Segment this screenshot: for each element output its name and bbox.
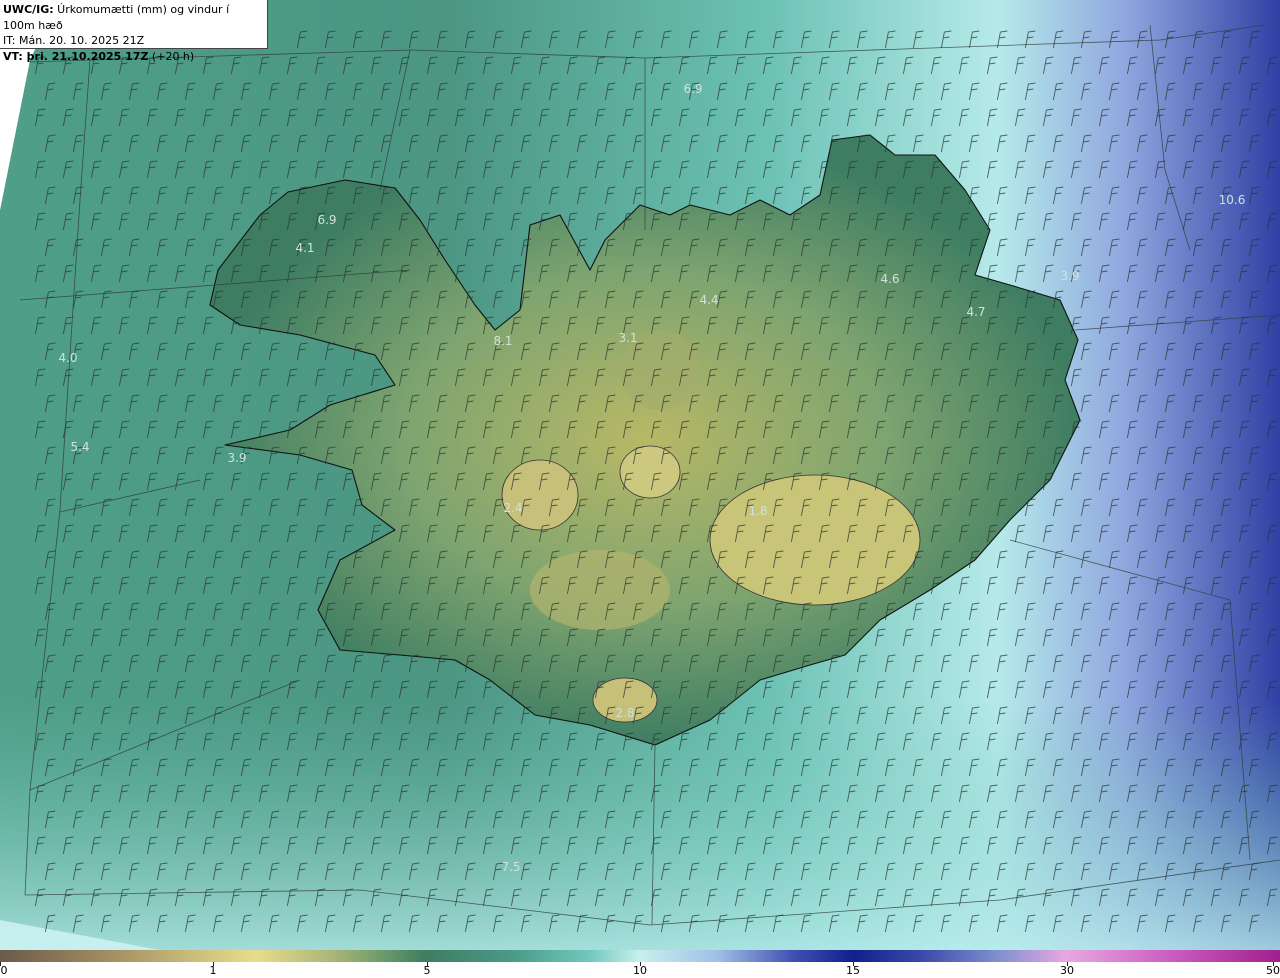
glacier-langjokull [501,459,579,531]
precip-value-label: 4.6 [880,272,899,286]
initial-time: IT: Mán. 20. 10. 2025 21Z [3,34,145,47]
precip-value-label: 1.8 [748,504,767,518]
precip-value-label: 3.9 [1060,269,1079,283]
precip-value-label: 8.1 [493,334,512,348]
scale-label: 10 [633,964,647,977]
precip-value-label: 3.1 [618,331,637,345]
precip-value-label: 7.5 [501,860,520,874]
precip-value-label: 6.9 [683,82,702,96]
scale-label: 1 [209,964,217,977]
glacier-hofsjokull [619,445,681,499]
color-scale-gradient [0,950,1280,962]
map-viewer: 6.9 4.1 4.0 5.4 3.9 8.1 3.1 4.4 4.6 4.7 3.9 10.6 6.9… [0,0,1280,978]
scale-label: 50 [1266,964,1280,977]
precip-value-label: 2.8 [615,706,634,720]
precip-value-label: 4.1 [295,241,314,255]
precip-value-label: 2.4 [503,501,522,515]
map-title: UWC/IG: Úrkomumætti (mm) og vindur í 100… [3,3,230,32]
precip-value-label: 5.4 [70,440,89,454]
scale-label: 30 [1060,964,1074,977]
precip-value-label: 4.7 [966,305,985,319]
precip-value-label: 4.0 [58,351,77,365]
precip-value-label: 4.4 [699,293,718,307]
color-scale: 0 1 5 10 15 30 50 [0,950,1280,978]
scale-label: 5 [423,964,431,977]
glacier-vatnajokull [709,474,921,606]
scale-label: 0 [0,964,8,977]
precipitation-map: 6.94.14.05.43.98.1 3.14.44.64.73.910.66.9… [0,0,1280,950]
scale-label: 15 [846,964,860,977]
map-info-box: UWC/IG: Úrkomumætti (mm) og vindur í 100… [0,0,268,63]
precip-value-label: 3.9 [227,451,246,465]
precip-value-label: 6.9 [317,213,336,227]
valid-time: VT: þri. 21.10.2025 17Z (+20 h) [3,49,195,63]
precip-value-label: 10.6 [1219,193,1246,207]
